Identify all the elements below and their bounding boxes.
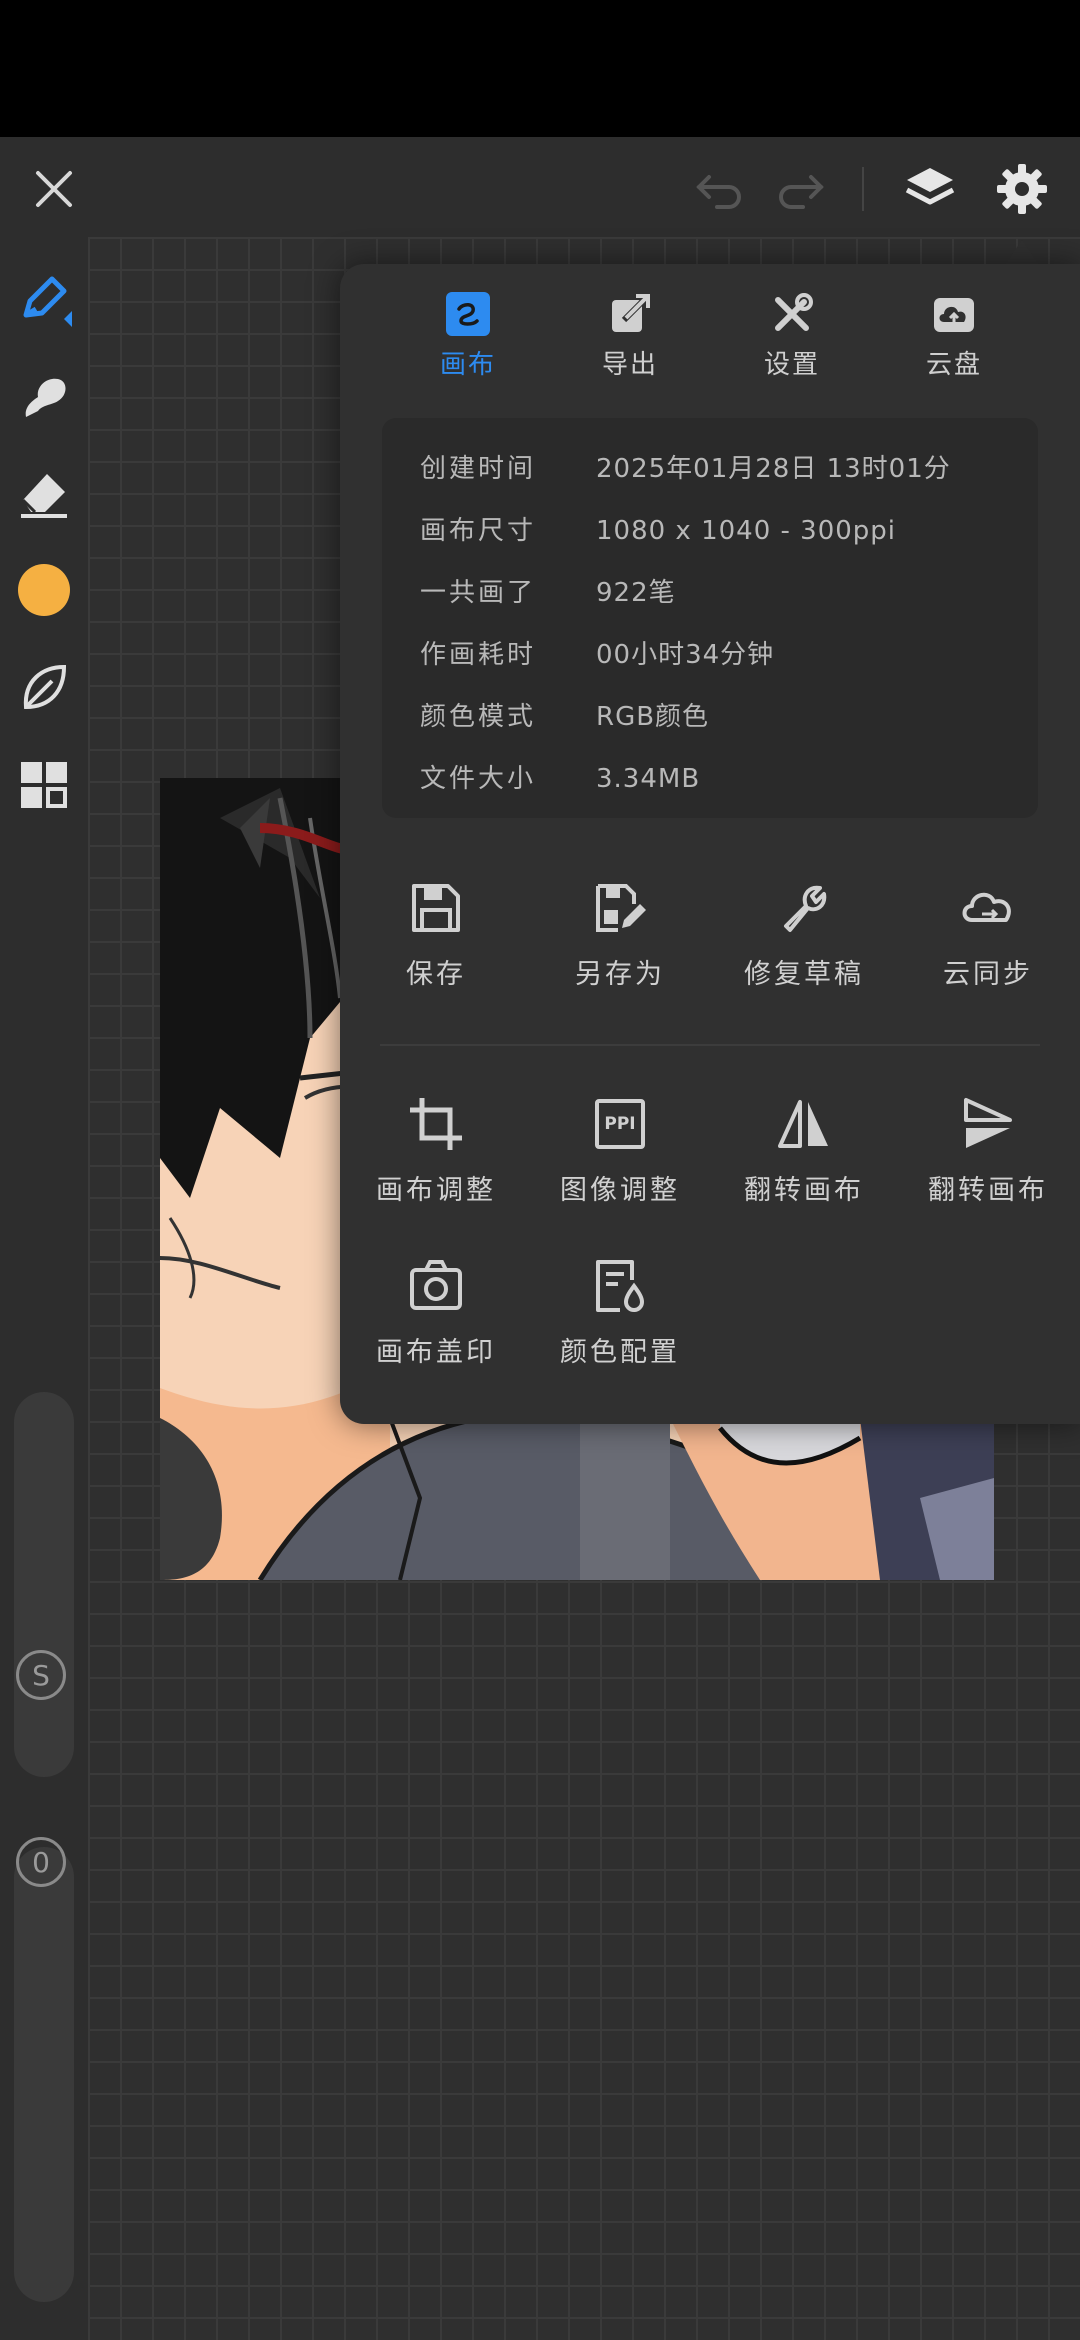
info-key: 作画耗时 <box>420 640 537 670</box>
info-key: 创建时间 <box>420 454 537 484</box>
info-row: 文件大小 3.34MB <box>420 758 1020 795</box>
tab-cloud-drive-label: 云盘 <box>925 350 982 380</box>
color-swatch[interactable] <box>14 560 74 620</box>
save-as-button[interactable]: 另存为 <box>530 878 710 991</box>
save-as-label: 另存为 <box>575 959 665 990</box>
flip-horizontal-button[interactable]: 翻转画布 <box>714 1094 894 1207</box>
ppi-badge: PPI <box>595 1099 645 1149</box>
cloud-drive-icon <box>932 292 976 336</box>
save-label: 保存 <box>406 959 466 990</box>
brush-size-knob[interactable]: S <box>16 1650 66 1700</box>
color-profile-icon <box>590 1256 650 1316</box>
wrench-icon <box>774 878 834 938</box>
canvas-adjust-label: 画布调整 <box>376 1175 496 1206</box>
info-row: 画布尺寸 1080 x 1040 - 300ppi <box>420 510 1020 547</box>
info-value: 00小时34分钟 <box>596 640 775 670</box>
tab-settings[interactable]: 设置 <box>712 292 872 381</box>
top-toolbar <box>0 137 1080 237</box>
flip-vertical-button[interactable]: 翻转画布 <box>898 1094 1078 1207</box>
grid-icon[interactable] <box>14 755 74 815</box>
save-as-icon <box>590 878 650 938</box>
panel-caret <box>1004 240 1040 266</box>
tab-export[interactable]: 导出 <box>550 292 710 381</box>
repair-draft-button[interactable]: 修复草稿 <box>714 878 894 991</box>
info-key: 颜色模式 <box>420 702 537 732</box>
layers-icon[interactable] <box>898 157 962 221</box>
image-adjust-label: 图像调整 <box>560 1175 680 1206</box>
info-value: 922笔 <box>596 578 676 608</box>
info-row: 创建时间 2025年01月28日 13时01分 <box>420 448 1020 485</box>
toolbar-divider <box>862 167 864 211</box>
gear-icon[interactable] <box>990 157 1054 221</box>
info-key: 一共画了 <box>420 578 537 608</box>
canvas-stamp-button[interactable]: 画布盖印 <box>346 1256 526 1369</box>
color-swatch-circle <box>18 564 70 616</box>
save-button[interactable]: 保存 <box>346 878 526 991</box>
cloud-sync-button[interactable]: 云同步 <box>898 878 1078 991</box>
brush-opacity-knob[interactable]: 0 <box>16 1837 66 1887</box>
info-value: 2025年01月28日 13时01分 <box>596 454 951 484</box>
brush-size-slider[interactable] <box>14 1392 74 1777</box>
canvas-info-box: 创建时间 2025年01月28日 13时01分 画布尺寸 1080 x 1040 -… <box>382 418 1038 818</box>
info-key: 画布尺寸 <box>420 516 537 546</box>
info-value: 1080 x 1040 - 300ppi <box>596 516 897 546</box>
close-icon[interactable] <box>24 159 84 219</box>
ppi-icon: PPI <box>590 1094 650 1154</box>
save-icon <box>406 878 466 938</box>
leaf-icon[interactable] <box>14 657 74 717</box>
left-toolbar: S 0 <box>0 237 88 2340</box>
flip-horizontal-label: 翻转画布 <box>744 1175 864 1206</box>
brush-opacity-slider[interactable] <box>14 1847 74 2302</box>
info-value: RGB颜色 <box>596 702 710 732</box>
status-bar <box>0 0 1080 137</box>
tab-export-label: 导出 <box>601 350 658 380</box>
cloud-sync-label: 云同步 <box>943 959 1033 990</box>
panel-divider <box>380 1044 1040 1046</box>
crop-icon <box>406 1094 466 1154</box>
info-row: 一共画了 922笔 <box>420 572 1020 609</box>
info-value: 3.34MB <box>596 764 701 794</box>
canvas-stamp-label: 画布盖印 <box>376 1337 496 1368</box>
flip-horizontal-icon <box>774 1094 834 1154</box>
export-icon <box>608 292 652 336</box>
image-adjust-button[interactable]: PPI 图像调整 <box>530 1094 710 1207</box>
tools-icon <box>770 292 814 336</box>
info-row: 颜色模式 RGB颜色 <box>420 696 1020 733</box>
undo-icon[interactable] <box>690 159 750 219</box>
color-profile-button[interactable]: 颜色配置 <box>530 1256 710 1369</box>
canvas-icon <box>446 292 490 336</box>
tab-settings-label: 设置 <box>763 350 820 380</box>
info-row: 作画耗时 00小时34分钟 <box>420 634 1020 671</box>
info-key: 文件大小 <box>420 764 537 794</box>
pen-icon[interactable] <box>14 269 74 329</box>
tab-cloud-drive[interactable]: 云盘 <box>874 292 1034 381</box>
smudge-icon[interactable] <box>14 367 74 427</box>
camera-icon <box>406 1256 466 1316</box>
color-profile-label: 颜色配置 <box>560 1337 680 1368</box>
redo-icon[interactable] <box>770 159 830 219</box>
repair-draft-label: 修复草稿 <box>744 959 864 990</box>
eraser-icon[interactable] <box>14 463 74 523</box>
canvas-menu-panel: 画布 导出 设置 云盘 创建时间 2025年01月28日 13时01分 画布尺寸 1… <box>340 264 1080 1424</box>
flip-vertical-icon <box>958 1094 1018 1154</box>
tab-canvas-label: 画布 <box>439 350 496 380</box>
flip-vertical-label: 翻转画布 <box>928 1175 1048 1206</box>
canvas-adjust-button[interactable]: 画布调整 <box>346 1094 526 1207</box>
cloud-sync-icon <box>958 878 1018 938</box>
tab-canvas[interactable]: 画布 <box>388 292 548 381</box>
